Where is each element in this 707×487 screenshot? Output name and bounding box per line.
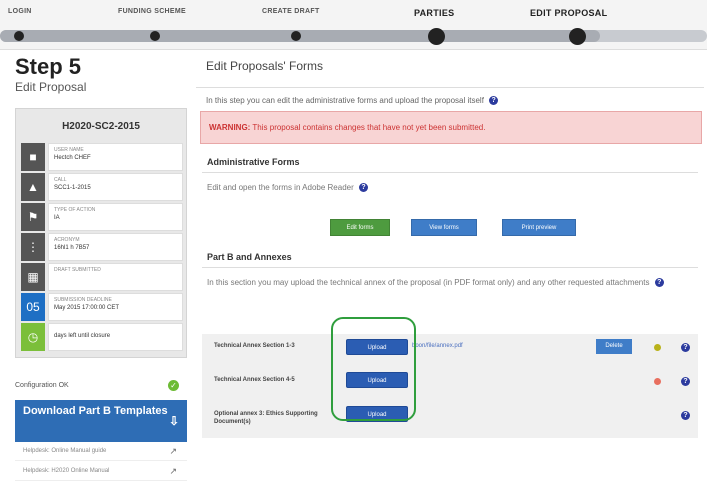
status-dot <box>654 378 661 385</box>
step-create-draft: CREATE DRAFT <box>262 8 320 15</box>
call-icon: ▲ <box>21 173 45 201</box>
help-icon[interactable]: ? <box>654 278 664 288</box>
step-parties: PARTIES <box>414 8 455 18</box>
annexes-text: In this section you may upload the techn… <box>207 278 650 287</box>
info-row-acronym: ⋮ ACRONYM 16hl1 h 7B57 <box>21 233 183 261</box>
uploaded-file-link[interactable]: boon/file/annex.pdf <box>412 343 463 349</box>
time-icon: ◷ <box>21 323 45 351</box>
sidebar-link-online-manual[interactable]: Helpdesk: H2020 Online Manual ↗ <box>15 463 187 481</box>
annex-row-technical-1-3: Technical Annex Section 1-3 Upload boon/… <box>202 334 698 368</box>
help-icon[interactable]: ? <box>681 377 690 386</box>
help-icon[interactable]: ? <box>681 411 690 420</box>
info-label: CALL <box>54 177 67 183</box>
info-value: 16hl1 h 7B57 <box>54 245 90 251</box>
warning-text: This proposal contains changes that have… <box>252 123 486 132</box>
info-row-user: ■ USER NAME Hectch CHEF <box>21 143 183 171</box>
progress-bar: LOGIN FUNDING SCHEME CREATE DRAFT PARTIE… <box>0 0 707 50</box>
info-value: IA <box>54 215 60 221</box>
administrative-forms-panel: Administrative Forms Edit and open the f… <box>202 151 698 246</box>
proposal-id: H2020-SC2-2015 <box>62 121 140 132</box>
step-dot-login <box>14 31 24 41</box>
step-dot-funding-scheme <box>150 31 160 41</box>
administrative-forms-title: Administrative Forms <box>202 151 698 173</box>
step-login: LOGIN <box>8 8 32 15</box>
step-edit-proposal: EDIT PROPOSAL <box>530 8 608 18</box>
help-icon[interactable]: ? <box>681 343 690 352</box>
administrative-forms-text: Edit and open the forms in Adobe Reader … <box>202 173 698 202</box>
help-icon[interactable]: ? <box>359 183 368 193</box>
external-link-icon: ↗ <box>169 446 177 456</box>
help-icon[interactable]: ? <box>489 96 499 106</box>
info-label: TYPE OF ACTION <box>54 207 96 213</box>
upload-buttons-highlight <box>331 317 416 421</box>
warning-prefix: WARNING: <box>209 123 251 132</box>
step-dot-parties <box>428 28 445 45</box>
info-row-call: ▲ CALL SCC1-1-2015 <box>21 173 183 201</box>
step-dot-create-draft <box>291 31 301 41</box>
admin-text: Edit and open the forms in Adobe Reader <box>207 183 354 192</box>
info-row-days-left: ◷ days left until closure <box>21 323 183 351</box>
annex-row-technical-4-5: Technical Annex Section 4-5 Upload ? <box>202 368 698 402</box>
page-title: Edit Proposals' Forms <box>196 56 704 88</box>
info-label: USER NAME <box>54 147 84 153</box>
admin-button-group: Edit forms View forms Print preview <box>202 219 698 239</box>
annex-label: Technical Annex Section 4-5 <box>214 377 295 383</box>
print-preview-button[interactable]: Print preview <box>502 219 576 236</box>
view-forms-button[interactable]: View forms <box>411 219 477 236</box>
step-funding-scheme: FUNDING SCHEME <box>118 8 186 15</box>
sidebar-link-online-guide[interactable]: Helpdesk: Online Manual guide ↗ <box>15 443 187 461</box>
step-title: Step 5 <box>15 54 82 79</box>
annex-list: Technical Annex Section 1-3 Upload boon/… <box>202 334 698 438</box>
part-b-annexes-text: In this section you may upload the techn… <box>202 268 698 297</box>
proposal-id-card: H2020-SC2-2015 ■ USER NAME Hectch CHEF ▲ … <box>15 108 187 358</box>
step-subtitle: Edit Proposal <box>15 80 87 94</box>
info-label: ACRONYM <box>54 237 80 243</box>
info-label: SUBMISSION DEADLINE <box>54 297 112 303</box>
calendar-icon: 05 <box>21 293 45 321</box>
info-value: SCC1-1-2015 <box>54 185 91 191</box>
check-icon: ✓ <box>168 380 179 391</box>
configuration-status: Configuration OK ✓ <box>15 380 187 391</box>
status-dot <box>654 344 661 351</box>
info-value: May 2015 17:00:00 CET <box>54 305 120 311</box>
info-row-draft: ▦ DRAFT SUBMITTED <box>21 263 183 291</box>
link-label: Helpdesk: Online Manual guide <box>23 448 107 454</box>
download-part-b-templates-button[interactable]: Download Part B Templates ⇩ <box>15 400 187 442</box>
download-icon: ⇩ <box>168 414 179 428</box>
step-dot-edit-proposal <box>569 28 586 45</box>
part-b-annexes-panel: Part B and Annexes In this section you m… <box>202 246 698 438</box>
annex-label: Technical Annex Section 1-3 <box>214 343 295 349</box>
info-label: DRAFT SUBMITTED <box>54 267 101 273</box>
main-content: Edit Proposals' Forms In this step you c… <box>196 56 704 438</box>
download-label: Download Part B Templates <box>23 405 168 417</box>
document-icon: ▦ <box>21 263 45 291</box>
person-icon: ■ <box>21 143 45 171</box>
annex-label: Optional annex 3: Ethics Supporting Docu… <box>214 411 318 425</box>
info-row-deadline: 05 SUBMISSION DEADLINE May 2015 17:00:00 … <box>21 293 183 321</box>
topic-icon: ⚑ <box>21 203 45 231</box>
info-row-type: ⚑ TYPE OF ACTION IA <box>21 203 183 231</box>
intro-label: In this step you can edit the administra… <box>206 96 484 105</box>
info-value: days left until closure <box>54 333 111 339</box>
annex-row-ethics: Optional annex 3: Ethics Supporting Docu… <box>202 402 698 436</box>
delete-button[interactable]: Delete <box>596 339 632 354</box>
info-value: Hectch CHEF <box>54 155 91 161</box>
link-label: Helpdesk: H2020 Online Manual <box>23 468 110 474</box>
edit-forms-button[interactable]: Edit forms <box>330 219 390 236</box>
acronym-icon: ⋮ <box>21 233 45 261</box>
configuration-label: Configuration OK <box>15 382 69 389</box>
external-link-icon: ↗ <box>169 466 177 476</box>
warning-banner: WARNING: This proposal contains changes … <box>200 111 702 144</box>
part-b-annexes-title: Part B and Annexes <box>202 246 698 268</box>
intro-text: In this step you can edit the administra… <box>196 88 704 112</box>
